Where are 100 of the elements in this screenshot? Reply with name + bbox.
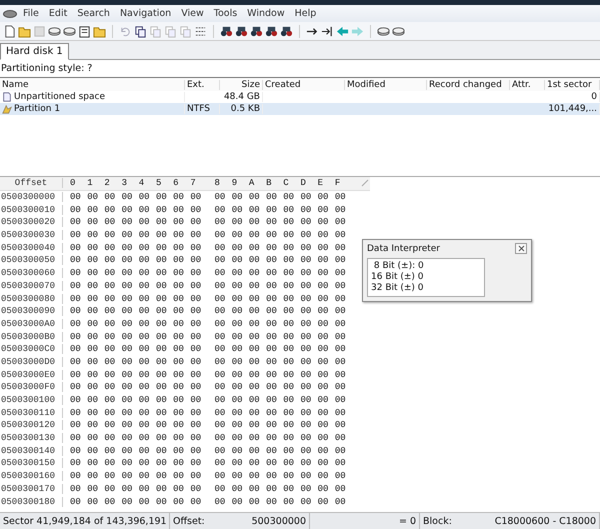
menu-item[interactable]: Edit: [48, 8, 68, 19]
hex-byte: 00: [190, 268, 202, 278]
binoculars-icon[interactable]: [235, 24, 248, 38]
hex-byte: 00: [283, 268, 296, 278]
hex-byte: 00: [283, 332, 296, 342]
status-value: C18000600 - C18000: [494, 516, 596, 526]
column-header: E: [318, 178, 324, 188]
folder-icon[interactable]: [18, 24, 31, 38]
hex-byte: 00: [232, 433, 244, 444]
close-button[interactable]: [515, 243, 527, 254]
tab[interactable]: Hard disk 1: [0, 43, 69, 60]
hex-byte: 00: [300, 242, 312, 253]
disk-icon[interactable]: [377, 24, 390, 38]
hex-byte: 00: [87, 318, 99, 329]
hex-byte: 00: [122, 332, 134, 342]
hex-byte: 00: [214, 268, 226, 278]
hex-byte: 00: [190, 370, 202, 380]
hex-byte: 00: [248, 496, 261, 507]
binoculars-icon[interactable]: [265, 24, 278, 38]
hex-byte: 00: [122, 204, 134, 215]
menu-item[interactable]: Navigation: [120, 8, 172, 19]
hex-byte: 00: [87, 458, 99, 468]
hex-byte: 00: [214, 496, 226, 507]
hex-byte: 00: [190, 420, 202, 430]
column-header[interactable]: Record changed: [427, 80, 510, 90]
column-header[interactable]: 1st sector: [545, 80, 600, 90]
hex-byte: 00: [283, 230, 296, 240]
hex-byte: 00: [190, 382, 202, 392]
column-header: D: [300, 178, 307, 188]
column-header[interactable]: Attr.: [510, 80, 545, 90]
hex-byte: 00: [232, 344, 244, 354]
offset-cell-text: 0500300150: [0, 458, 56, 468]
hex-byte: 00: [334, 496, 347, 507]
column-header[interactable]: Ext.: [185, 80, 220, 90]
hex-byte: 00: [104, 280, 116, 291]
hex-byte: 00: [300, 484, 312, 494]
hex-byte: 00: [266, 433, 278, 444]
hex-byte: 00: [266, 471, 278, 482]
hex-byte: 00: [283, 242, 296, 253]
copy-icon[interactable]: [134, 24, 147, 38]
menu-item[interactable]: View: [181, 8, 204, 19]
hex-byte: 00: [318, 433, 330, 444]
column-header[interactable]: Size: [220, 80, 263, 90]
hex-byte: 00: [232, 306, 244, 316]
hex-byte: 00: [248, 204, 261, 215]
offset-cell-text: 0500300130: [0, 433, 56, 444]
hex-byte: 00: [318, 408, 330, 418]
hex-byte: 00: [248, 395, 261, 406]
binoculars-icon[interactable]: [250, 24, 263, 38]
disk-icon[interactable]: [48, 24, 61, 38]
hex-byte: 00: [156, 332, 168, 342]
hex-byte: 00: [334, 408, 347, 418]
hex-byte: 00: [214, 294, 226, 304]
disk-icon[interactable]: [392, 24, 405, 38]
hex-byte: 00: [248, 192, 261, 202]
column-header[interactable]: Name: [0, 80, 185, 90]
folder-icon[interactable]: [93, 24, 106, 38]
disk-icon[interactable]: [63, 24, 76, 38]
hex-byte: 00: [87, 356, 99, 367]
hex-byte: 00: [173, 458, 185, 468]
hex-byte: 00: [70, 192, 82, 202]
binoculars-icon[interactable]: [280, 24, 293, 38]
goto-icon[interactable]: [321, 24, 334, 38]
hex-byte: 00: [138, 433, 151, 444]
hex-byte: 00: [283, 395, 296, 406]
hex-byte: 00: [266, 255, 278, 266]
hex-byte: 00: [248, 446, 261, 456]
menu-item[interactable]: Search: [77, 8, 110, 19]
hex-byte: 00: [104, 294, 116, 304]
hex-byte: 00: [283, 280, 296, 291]
menu-item[interactable]: Help: [294, 8, 316, 19]
offset-cell-text: 0500300030: [0, 230, 56, 240]
table-row[interactable]: Unpartitioned space 48.4 GB 0: [0, 91, 600, 103]
column-header[interactable]: Modified: [345, 80, 427, 90]
hex-byte: 00: [138, 420, 151, 430]
hex-byte: 00: [122, 306, 134, 316]
menu-item[interactable]: File: [23, 8, 39, 19]
document-icon[interactable]: [78, 24, 91, 38]
binoculars-icon[interactable]: [220, 24, 233, 38]
table-row[interactable]: Partition 1 NTFS 0.5 KB 101,449,...: [0, 103, 600, 115]
hex-byte: 00: [156, 471, 168, 482]
hex-byte: 00: [104, 306, 116, 316]
new-file-icon[interactable]: [3, 24, 16, 38]
hex-byte: 00: [248, 318, 261, 329]
hex-byte: 00: [104, 496, 116, 507]
hex-byte: 00: [104, 318, 116, 329]
menu-item[interactable]: Tools: [214, 8, 238, 19]
hex-byte: 00: [122, 370, 134, 380]
hex-byte: 00: [300, 268, 312, 278]
hex-byte: 00: [283, 484, 296, 494]
offset-cell-text: 0500300000: [0, 192, 56, 202]
column-header[interactable]: Created: [263, 80, 345, 90]
table-cell: Partition 1: [14, 104, 60, 114]
hex-byte: 00: [156, 433, 168, 444]
hex-byte: 00: [122, 344, 134, 354]
hex-byte: 00: [70, 446, 82, 456]
hex-byte: 00: [70, 255, 82, 266]
hex-byte: 00: [87, 332, 99, 342]
hex-byte: 00: [138, 192, 151, 202]
menu-item[interactable]: Window: [247, 8, 285, 19]
